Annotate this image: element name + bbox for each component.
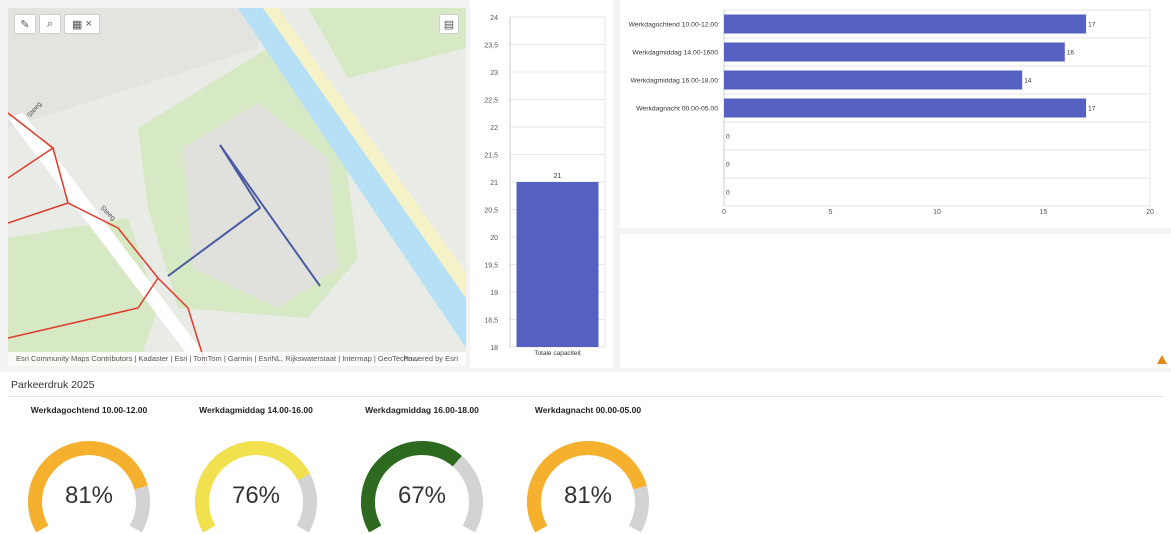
data-label: 17: [1088, 106, 1096, 113]
gauge-value: 81%: [64, 482, 114, 509]
y-tick-label: 21,5: [484, 153, 498, 160]
capacity-bar[interactable]: [516, 182, 599, 347]
gauge-value: 76%: [231, 482, 281, 509]
x-category-label: Totale capaciteit: [534, 350, 581, 357]
y-tick-label: 23,5: [484, 43, 498, 50]
y-tick-label: 22,5: [484, 98, 498, 105]
x-tick-label: 5: [829, 209, 833, 216]
y-tick-label: 19,5: [484, 263, 498, 270]
y-tick-label: 20: [490, 235, 498, 242]
y-category-label: Werkdagmiddag 14.00-1600: [632, 50, 718, 57]
x-tick-label: 0: [722, 209, 726, 216]
y-category-label: Werkdagmiddag 16.00-18.00: [630, 78, 718, 85]
data-label: 16: [1067, 50, 1075, 57]
layer-list-button[interactable]: ▤: [439, 14, 459, 34]
gauge: Werkdagmiddag 14.00-16.00 76%: [181, 402, 331, 532]
y-tick-label: 23: [490, 70, 498, 77]
y-tick-label: 18: [490, 345, 498, 352]
y-tick-label: 22: [490, 125, 498, 132]
data-label: 14: [1024, 78, 1032, 85]
data-label: 17: [1088, 22, 1096, 29]
y-tick-label: 19: [490, 290, 498, 297]
time-bar[interactable]: [724, 98, 1087, 118]
gauge-dial: [361, 441, 483, 532]
capacity-chart-panel: 18 18,5 19 19,5 20 20,5 21 21,5 22 22,5 23 23,5 24 21…: [470, 0, 613, 368]
y-tick-label: 24: [490, 15, 498, 22]
divider: [8, 396, 1163, 397]
table-tool-button[interactable]: ▦ ×: [64, 14, 100, 34]
time-bar[interactable]: [724, 42, 1065, 62]
data-label: 0: [726, 162, 730, 169]
y-tick-label: 20,5: [484, 208, 498, 215]
data-label: 0: [726, 134, 730, 141]
capacity-chart: 18 18,5 19 19,5 20 20,5 21 21,5 22 22,5 23 23,5 24 21…: [484, 15, 606, 357]
close-icon[interactable]: ×: [86, 18, 92, 30]
time-chart-panel: 0 5 10 15 20 Werkdagochtend 10.00-12.00 17 Werk…: [620, 0, 1171, 228]
gauge-value: 81%: [563, 482, 613, 509]
section-title: Parkeerdruk 2025: [11, 379, 95, 391]
parking-pressure-section: Parkeerdruk 2025 Werkdagochtend 10.00-12…: [0, 372, 1171, 534]
attribution-text: Esri Community Maps Contributors | Kadas…: [16, 354, 419, 363]
data-label: 0: [726, 190, 730, 197]
map-attribution: Esri Community Maps Contributors | Kadas…: [8, 352, 466, 366]
zoom-select-icon: ⌕: [46, 17, 54, 30]
pencil-icon: ✎: [20, 18, 30, 31]
warning-icon[interactable]: [1157, 355, 1167, 364]
edit-tool-button[interactable]: ✎: [14, 14, 36, 34]
gauge: Werkdagochtend 10.00-12.00 81%: [14, 402, 164, 532]
map-canvas[interactable]: Steeg Steeg: [8, 8, 466, 366]
data-label: 21: [554, 173, 562, 180]
y-category-label: Werkdagnacht 00.00-05.00: [636, 106, 718, 113]
y-category-label: Werkdagochtend 10.00-12.00: [629, 22, 719, 29]
y-tick-label: 18,5: [484, 318, 498, 325]
gauge-dial: [195, 441, 317, 532]
gauge: Werkdagnacht 00.00-05.00 81%: [513, 402, 663, 532]
select-tool-button[interactable]: ⌕: [39, 14, 61, 34]
map-red-route: [8, 202, 69, 224]
gauge-dial: [28, 441, 150, 532]
gauge-value: 67%: [397, 482, 447, 509]
x-tick-label: 15: [1040, 209, 1048, 216]
x-tick-label: 10: [933, 209, 941, 216]
map-view[interactable]: Steeg Steeg ✎ ⌕ ▦ × ▤ Esri Community Map…: [8, 8, 466, 366]
y-tick-label: 21: [490, 180, 498, 187]
time-chart: 0 5 10 15 20 Werkdagochtend 10.00-12.00 17 Werk…: [629, 9, 1154, 216]
gauge: Werkdagmiddag 16.00-18.00 67%: [347, 402, 497, 532]
empty-widget-panel: [620, 234, 1171, 368]
table-icon: ▦: [72, 18, 83, 31]
time-bar[interactable]: [724, 14, 1087, 34]
x-tick-label: 20: [1146, 209, 1154, 216]
time-bar[interactable]: [724, 70, 1023, 90]
layer-list-icon: ▤: [443, 18, 455, 31]
map-green-area: [8, 218, 158, 366]
gauge-dial: [527, 441, 649, 532]
powered-by-esri-link[interactable]: Powered by Esri: [403, 352, 458, 366]
